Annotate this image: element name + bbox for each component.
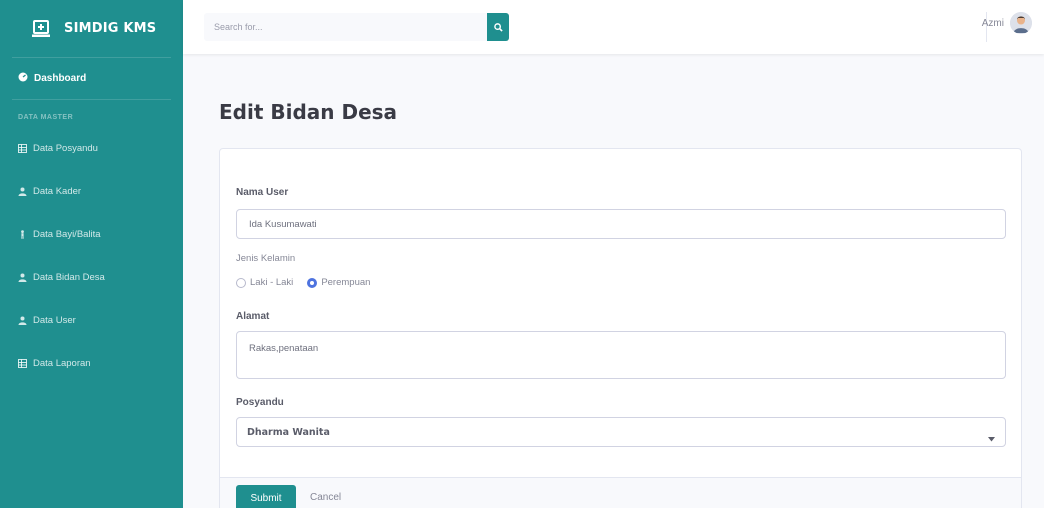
sidebar-item-label: Data Kader (33, 186, 82, 197)
sidebar-item-label: Data Bayi/Balita (33, 229, 101, 240)
posyandu-select[interactable]: Dharma Wanita (236, 417, 1006, 447)
search-icon (493, 20, 503, 35)
user-menu[interactable]: Azmi (982, 12, 1032, 34)
sidebar-heading: DATA MASTER (18, 114, 74, 121)
avatar (1010, 12, 1032, 34)
sidebar-item-label: Data Laporan (33, 358, 91, 369)
sidebar-item-data-kader[interactable]: Data Kader (0, 170, 183, 213)
sidebar-item-label: Dashboard (34, 73, 87, 84)
radio-laki-laki[interactable] (236, 277, 246, 288)
sidebar-item-label: Data Posyandu (33, 143, 98, 154)
brand[interactable]: SIMDIG KMS (12, 0, 171, 58)
submit-button[interactable]: Submit (236, 485, 296, 508)
search-input[interactable] (204, 13, 487, 41)
user-icon (18, 273, 27, 282)
nama-user-field[interactable] (236, 209, 1006, 239)
alamat-label: Alamat (236, 311, 270, 322)
sidebar-item-data-user[interactable]: Data User (0, 299, 183, 342)
child-icon (18, 230, 27, 239)
tachometer-icon (18, 72, 28, 85)
sidebar-item-label: Data Bidan Desa (33, 272, 105, 283)
radio-label-perempuan: Perempuan (321, 277, 371, 288)
brand-name: SIMDIG KMS (64, 21, 157, 36)
sidebar-item-dashboard[interactable]: Dashboard (12, 58, 171, 100)
table-icon (18, 359, 27, 368)
table-icon (18, 144, 27, 153)
sidebar-item-data-bidan-desa[interactable]: Data Bidan Desa (0, 256, 183, 299)
caret-down-icon (988, 429, 995, 447)
posyandu-label: Posyandu (236, 397, 284, 408)
cancel-link[interactable]: Cancel (310, 485, 341, 508)
alamat-textarea[interactable]: Rakas,penataan (236, 331, 1006, 379)
sidebar-item-data-posyandu[interactable]: Data Posyandu (0, 127, 183, 170)
gender-radio-group: Laki - Laki Perempuan (236, 277, 370, 288)
page-title: Edit Bidan Desa (219, 100, 398, 124)
search-button[interactable] (487, 13, 509, 41)
radio-label-laki-laki: Laki - Laki (250, 277, 294, 288)
sidebar: SIMDIG KMS Dashboard DATA MASTER Data Po… (0, 0, 183, 508)
search-bar (204, 13, 509, 41)
nama-user-label: Nama User (236, 187, 289, 198)
sidebar-item-label: Data User (33, 315, 76, 326)
laptop-plus-icon (32, 19, 50, 38)
jenis-kelamin-label: Jenis Kelamin (236, 253, 296, 264)
sidebar-item-data-bayi-balita[interactable]: Data Bayi/Balita (0, 213, 183, 256)
user-icon (18, 316, 27, 325)
topbar: Azmi (183, 0, 1044, 54)
form-card: Nama User Jenis Kelamin Laki - Laki Pere… (219, 148, 1022, 508)
sidebar-item-data-laporan[interactable]: Data Laporan (0, 342, 183, 385)
posyandu-selected-value: Dharma Wanita (247, 426, 330, 438)
user-name: Azmi (981, 17, 1004, 29)
user-icon (18, 187, 27, 196)
radio-perempuan[interactable] (307, 277, 318, 288)
